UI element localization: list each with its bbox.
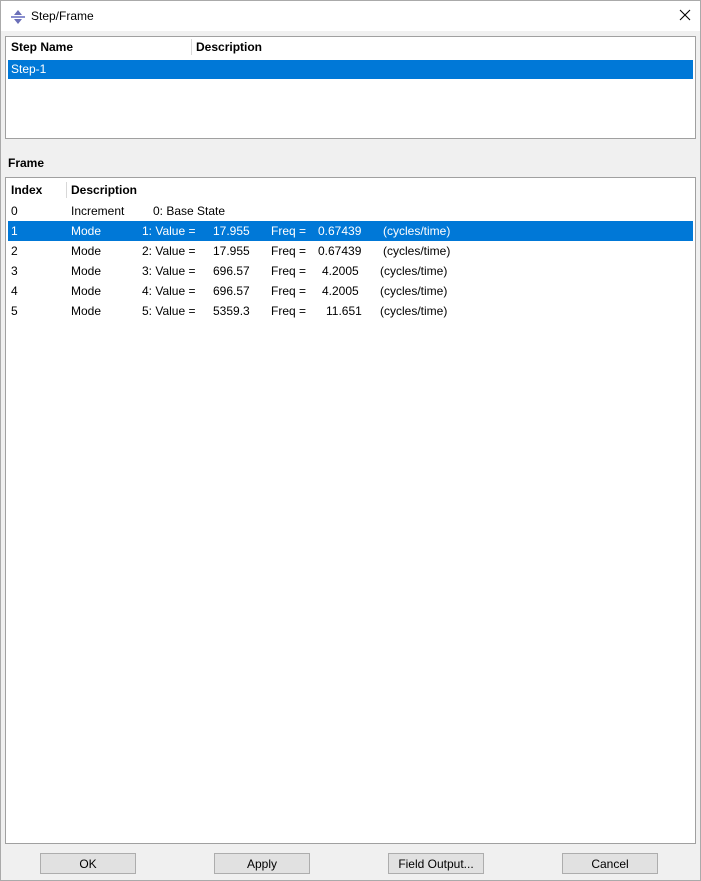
frame-value-cell: 696.57 [213, 284, 250, 298]
frame-mode-cell: 1: Value = [142, 224, 196, 238]
frame-detail-cell: 0: Base State [153, 204, 226, 218]
frame-index-cell: 4 [11, 284, 18, 298]
frame-value-cell: 696.57 [213, 264, 250, 278]
frame-unit-cell: (cycles/time) [380, 304, 448, 318]
frame-freq-label-cell: Freq = [271, 244, 307, 258]
frame-freq-cell: 11.651 [326, 304, 362, 318]
frame-type-cell: Mode [71, 224, 102, 238]
frame-freq-cell: 0.67439 [318, 244, 362, 258]
frame-index-cell: 1 [11, 224, 18, 238]
apply-button[interactable]: Apply [214, 853, 310, 874]
frame-mode-cell: 3: Value = [142, 264, 196, 278]
frame-table[interactable]: Index Description 0 Increment 0: Base St… [5, 177, 696, 844]
frame-freq-label-cell: Freq = [271, 224, 307, 238]
frame-row[interactable]: 4 Mode 4: Value = 696.57 Freq = 4.2005 (… [8, 281, 693, 301]
frame-row[interactable]: 2 Mode 2: Value = 17.955 Freq = 0.67439 … [8, 241, 693, 261]
frame-row[interactable]: 1 Mode 1: Value = 17.955 Freq = 0.67439 … [8, 221, 693, 241]
column-header-step-name[interactable]: Step Name [11, 37, 73, 57]
frame-type-cell: Mode [71, 244, 102, 258]
column-header-description[interactable]: Description [71, 180, 137, 200]
field-output-button[interactable]: Field Output... [388, 853, 484, 874]
frame-unit-cell: (cycles/time) [380, 264, 448, 278]
frame-index-cell: 2 [11, 244, 18, 258]
frame-mode-cell: 4: Value = [142, 284, 196, 298]
frame-freq-cell: 4.2005 [322, 264, 359, 278]
frame-type-cell: Increment [71, 204, 125, 218]
frame-index-cell: 5 [11, 304, 18, 318]
abaqus-icon [10, 9, 26, 25]
frame-row[interactable]: 0 Increment 0: Base State [8, 201, 693, 221]
frame-unit-cell: (cycles/time) [380, 284, 448, 298]
frame-type-cell: Mode [71, 264, 102, 278]
frame-mode-cell: 2: Value = [142, 244, 196, 258]
column-header-index[interactable]: Index [11, 180, 42, 200]
frame-freq-label-cell: Freq = [271, 284, 307, 298]
frame-freq-label-cell: Freq = [271, 304, 307, 318]
frame-type-cell: Mode [71, 284, 102, 298]
frame-value-cell: 5359.3 [213, 304, 250, 318]
close-icon [679, 9, 691, 24]
frame-freq-cell: 4.2005 [322, 284, 359, 298]
close-button[interactable] [670, 1, 700, 31]
frame-freq-cell: 0.67439 [318, 224, 362, 238]
frame-type-cell: Mode [71, 304, 102, 318]
window-title: Step/Frame [31, 9, 94, 23]
ok-button[interactable]: OK [40, 853, 136, 874]
frame-mode-cell: 5: Value = [142, 304, 196, 318]
step-table[interactable]: Step Name Description Step-1 [5, 36, 696, 139]
frame-index-cell: 3 [11, 264, 18, 278]
frame-value-cell: 17.955 [213, 244, 250, 258]
frame-value-cell: 17.955 [213, 224, 250, 238]
step-frame-dialog: Step/Frame Step Name Description Step-1 … [0, 0, 701, 881]
frame-unit-cell: (cycles/time) [383, 224, 451, 238]
title-bar: Step/Frame [1, 1, 700, 31]
frame-freq-label-cell: Freq = [271, 264, 307, 278]
column-divider[interactable] [191, 39, 192, 55]
frame-row[interactable]: 5 Mode 5: Value = 5359.3 Freq = 11.651 (… [8, 301, 693, 321]
step-row[interactable]: Step-1 [8, 60, 693, 79]
cancel-button[interactable]: Cancel [562, 853, 658, 874]
step-name-cell: Step-1 [11, 62, 47, 76]
frame-unit-cell: (cycles/time) [383, 244, 451, 258]
column-divider[interactable] [66, 182, 67, 198]
column-header-description[interactable]: Description [196, 37, 262, 57]
frame-section-label: Frame [8, 156, 45, 170]
frame-row[interactable]: 3 Mode 3: Value = 696.57 Freq = 4.2005 (… [8, 261, 693, 281]
frame-index-cell: 0 [11, 204, 18, 218]
